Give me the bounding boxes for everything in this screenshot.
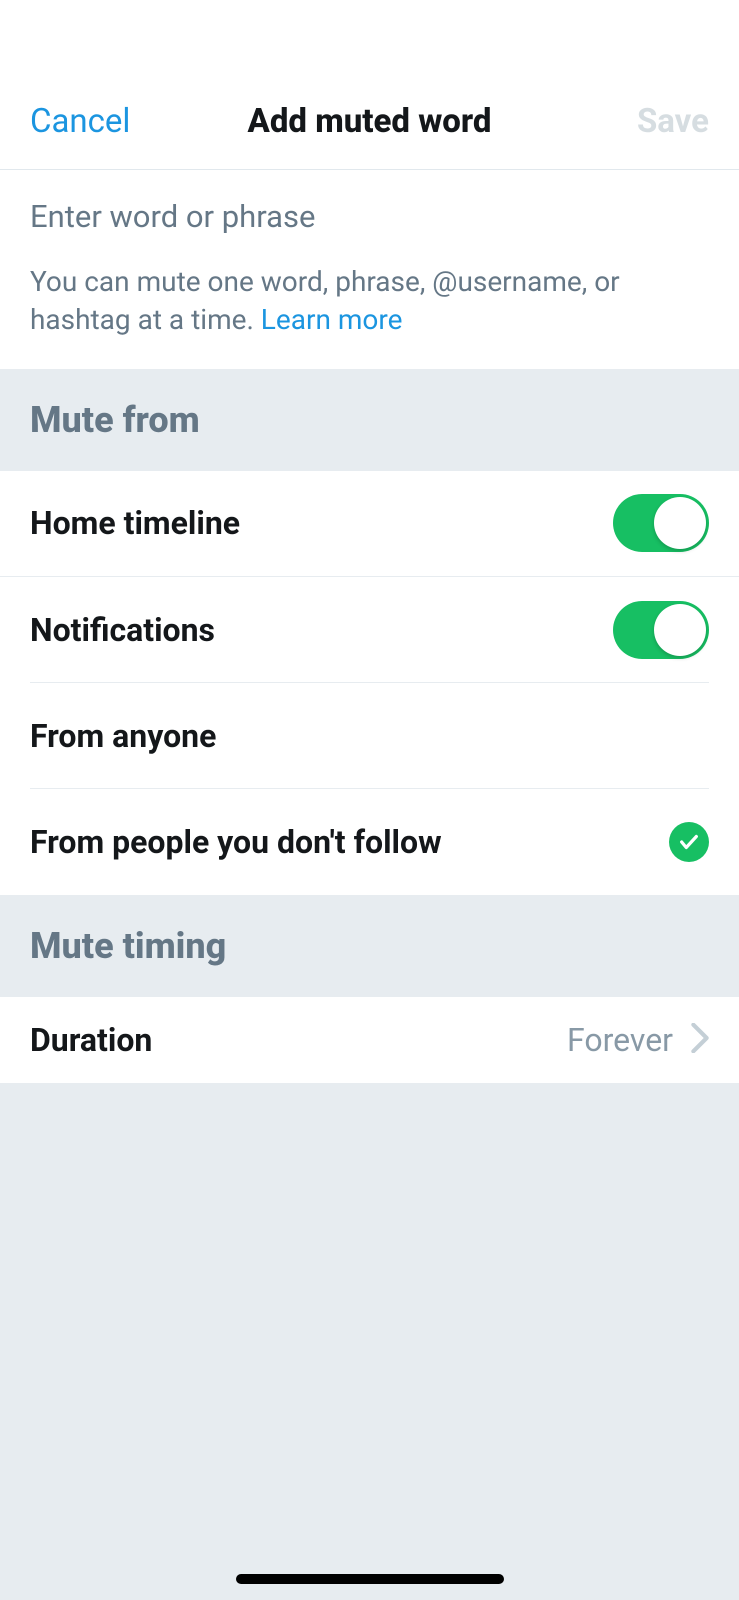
mute-from-list: Home timeline Notifications From anyone … [0, 471, 739, 895]
mute-timing-list: Duration Forever [0, 997, 739, 1083]
duration-label: Duration [30, 1021, 152, 1059]
from-anyone-label: From anyone [30, 717, 216, 755]
learn-more-link[interactable]: Learn more [261, 303, 403, 336]
home-timeline-label: Home timeline [30, 504, 240, 542]
home-timeline-toggle[interactable] [613, 494, 709, 552]
input-section: Enter word or phrase You can mute one wo… [0, 170, 739, 369]
from-anyone-row[interactable]: From anyone [0, 683, 739, 789]
home-timeline-row: Home timeline [0, 471, 739, 577]
home-indicator [236, 1574, 504, 1584]
helper-text: You can mute one word, phrase, @username… [30, 263, 709, 339]
mute-timing-header: Mute timing [0, 895, 739, 997]
chevron-right-icon [691, 1023, 709, 1057]
from-not-follow-label: From people you don't follow [30, 823, 442, 861]
duration-value: Forever [567, 1021, 673, 1059]
notifications-toggle[interactable] [613, 601, 709, 659]
check-icon [669, 822, 709, 862]
duration-row[interactable]: Duration Forever [0, 997, 739, 1083]
notifications-label: Notifications [30, 611, 215, 649]
cancel-button[interactable]: Cancel [30, 102, 130, 141]
notifications-row: Notifications [0, 577, 739, 683]
navigation-bar: Cancel Add muted word Save [0, 0, 739, 170]
save-button[interactable]: Save [637, 102, 709, 141]
word-input[interactable]: Enter word or phrase [30, 198, 709, 235]
from-not-follow-row[interactable]: From people you don't follow [0, 789, 739, 895]
mute-from-header: Mute from [0, 369, 739, 471]
page-title: Add muted word [248, 102, 492, 141]
